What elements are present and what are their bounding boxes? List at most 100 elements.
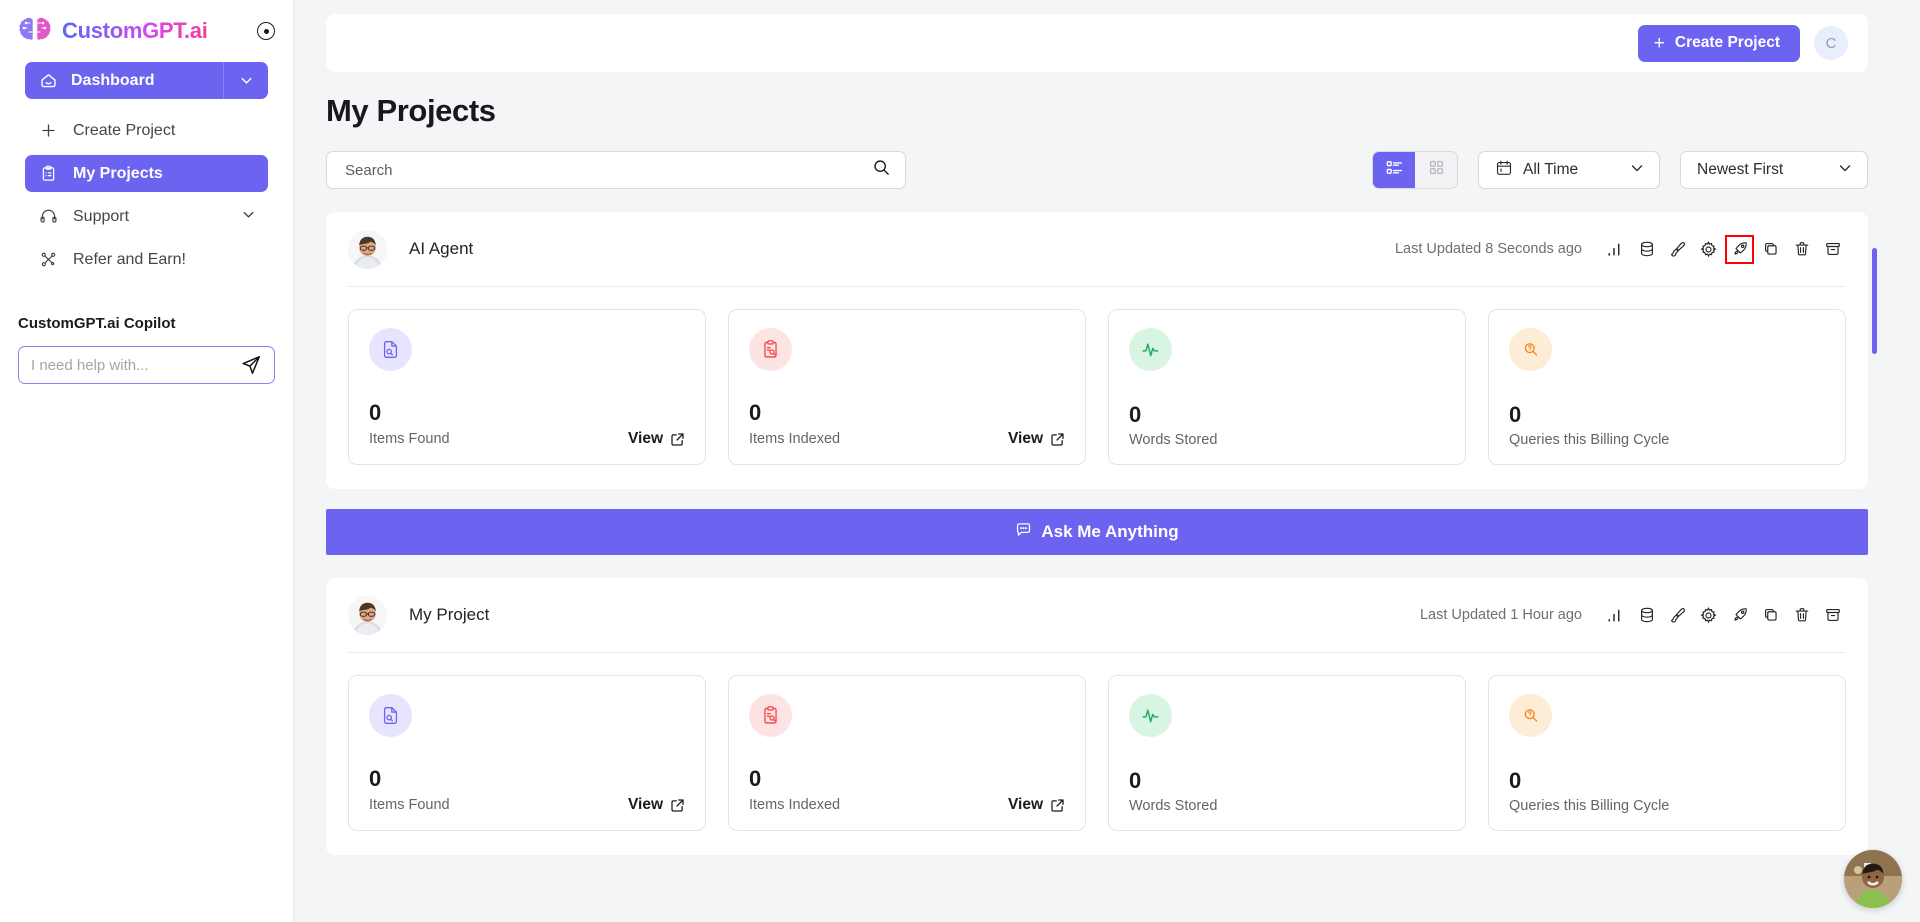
archive-icon[interactable] (1823, 606, 1842, 625)
copilot-section: CustomGPT.ai Copilot (0, 315, 293, 384)
home-icon (39, 71, 58, 90)
brand-header: CustomGPT.ai (0, 0, 293, 62)
stat-label: Items Found (369, 431, 450, 447)
project-card: AI Agent Last Updated 8 Seconds ago 0 It… (326, 212, 1868, 489)
stat-value: 0 (749, 766, 762, 791)
send-icon[interactable] (240, 354, 262, 376)
project-actions (1606, 606, 1842, 625)
trash-icon[interactable] (1792, 240, 1811, 259)
search-input[interactable] (345, 161, 872, 179)
rocket-icon[interactable] (1725, 234, 1754, 264)
stat-card: 0 Queries this Billing Cycle (1488, 675, 1846, 831)
project-stats: 0 Items Found View 0 Items Indexed View … (326, 287, 1868, 489)
stat-value: 0 (369, 400, 382, 425)
stat-value: 0 (1129, 768, 1142, 793)
stat-bottom: Items Found View (369, 796, 685, 814)
create-project-button[interactable]: + Create Project (1637, 24, 1800, 62)
rocket-icon[interactable] (1730, 606, 1749, 625)
clipboard-search-icon (749, 328, 792, 371)
stat-bottom: Queries this Billing Cycle (1509, 798, 1825, 814)
brain-icon (18, 16, 52, 46)
stat-label: Items Found (369, 797, 450, 813)
support-agent-avatar[interactable] (1844, 850, 1902, 908)
sort-label: Newest First (1697, 161, 1784, 178)
sort-dropdown[interactable]: Newest First (1680, 151, 1868, 189)
archive-icon[interactable] (1823, 240, 1842, 259)
stat-value: 0 (1129, 402, 1142, 427)
list-view-icon (1385, 158, 1404, 182)
time-filter-dropdown[interactable]: All Time (1478, 151, 1660, 189)
sidebar-item-create-project[interactable]: Create Project (25, 112, 268, 149)
stat-card: 0 Items Indexed View (728, 309, 1086, 465)
stat-bottom: Words Stored (1129, 798, 1445, 814)
stat-view-link[interactable]: View (1008, 430, 1065, 448)
stat-card: 0 Queries this Billing Cycle (1488, 309, 1846, 465)
stat-view-link[interactable]: View (628, 796, 685, 814)
project-header: AI Agent Last Updated 8 Seconds ago (326, 212, 1868, 286)
copy-icon[interactable] (1761, 606, 1780, 625)
sidebar-item-dashboard[interactable]: Dashboard (25, 62, 268, 99)
gear-icon[interactable] (1699, 606, 1718, 625)
project-last-updated: Last Updated 1 Hour ago (1419, 607, 1582, 623)
query-search-icon (1509, 328, 1552, 371)
copilot-input-wrapper[interactable] (18, 346, 275, 384)
query-search-icon (1509, 694, 1552, 737)
sidebar-item-support[interactable]: Support (25, 198, 268, 235)
stat-bottom: Queries this Billing Cycle (1509, 432, 1825, 448)
activity-pulse-icon (1129, 694, 1172, 737)
user-avatar[interactable]: C (1814, 26, 1848, 60)
sidebar: CustomGPT.ai Dashboard Create Project My… (0, 0, 294, 922)
clipboard-search-icon (749, 694, 792, 737)
database-icon[interactable] (1637, 240, 1656, 259)
copilot-input[interactable] (31, 356, 240, 374)
stat-card: 0 Items Found View (348, 309, 706, 465)
database-icon[interactable] (1637, 606, 1656, 625)
sidebar-item-my-projects-label: My Projects (73, 164, 163, 182)
brand-name: CustomGPT.ai (62, 18, 208, 43)
stat-label: Queries this Billing Cycle (1509, 798, 1670, 814)
sidebar-item-my-projects[interactable]: My Projects (25, 155, 268, 192)
copy-icon[interactable] (1761, 240, 1780, 259)
stat-view-label: View (627, 796, 663, 813)
stat-label: Words Stored (1129, 798, 1218, 814)
sidebar-item-refer-and-earn[interactable]: Refer and Earn! (25, 241, 268, 278)
gear-icon[interactable] (1699, 240, 1718, 259)
user-avatar-initial: C (1825, 34, 1837, 52)
dashboard-chevron-down-icon[interactable] (223, 62, 268, 99)
stat-label: Queries this Billing Cycle (1509, 432, 1670, 448)
headset-icon (39, 207, 58, 226)
chevron-down-icon (1837, 160, 1853, 181)
project-stats: 0 Items Found View 0 Items Indexed View … (326, 653, 1868, 855)
stat-view-label: View (1007, 430, 1043, 447)
paintbrush-icon[interactable] (1668, 240, 1687, 259)
external-link-icon (1051, 798, 1064, 812)
stat-view-link[interactable]: View (628, 430, 685, 448)
ask-me-anything-banner[interactable]: Ask Me Anything (326, 509, 1868, 555)
avatar (348, 595, 387, 635)
bar-chart-icon[interactable] (1606, 606, 1625, 625)
external-link-icon (1051, 432, 1064, 446)
sidebar-item-dashboard-label: Dashboard (71, 71, 155, 89)
stat-bottom: Items Indexed View (749, 796, 1065, 814)
external-link-icon (671, 432, 684, 446)
search-icon[interactable] (872, 158, 891, 182)
sidebar-item-create-project-label: Create Project (73, 121, 176, 139)
stat-label: Items Indexed (749, 431, 841, 447)
stat-view-link[interactable]: View (1008, 796, 1065, 814)
app-root: CustomGPT.ai Dashboard Create Project My… (0, 0, 1920, 922)
bar-chart-icon[interactable] (1606, 240, 1625, 259)
search-input-wrapper[interactable] (326, 151, 906, 189)
main-content: + Create Project C My Projects Search Al… (294, 0, 1920, 922)
view-toggle-grid[interactable] (1415, 152, 1457, 188)
project-name: My Project (409, 605, 490, 624)
support-chevron-down-icon[interactable] (241, 207, 256, 227)
record-dot-icon[interactable] (257, 22, 275, 40)
paintbrush-icon[interactable] (1668, 606, 1687, 625)
stat-bottom: Items Indexed View (749, 430, 1065, 448)
view-toggle-list[interactable] (1373, 152, 1415, 188)
vertical-scrollbar-thumb[interactable] (1872, 248, 1877, 354)
plus-icon: + (1653, 32, 1665, 54)
top-bar: + Create Project C (326, 14, 1868, 72)
create-project-button-label: Create Project (1674, 34, 1780, 51)
trash-icon[interactable] (1792, 606, 1811, 625)
